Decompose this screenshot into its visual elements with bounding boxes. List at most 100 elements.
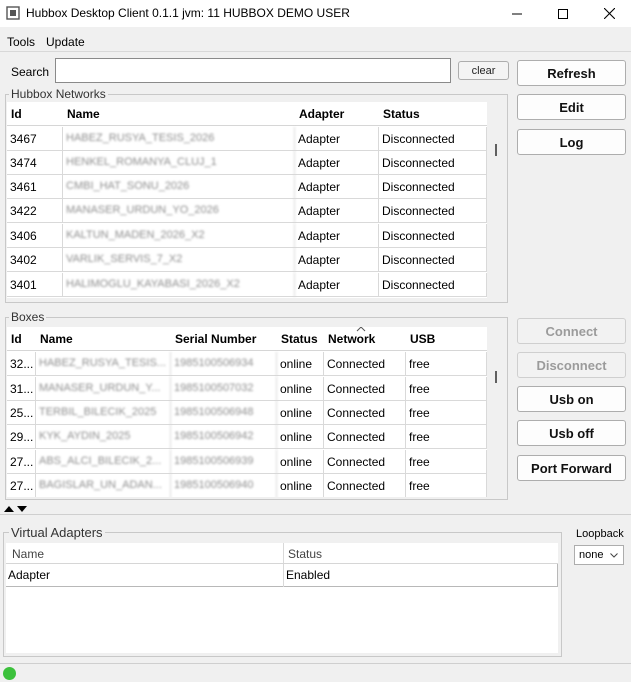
cell-serial: 1985100507032: [171, 377, 277, 401]
col-status[interactable]: Status: [379, 102, 487, 125]
cell-id: 27...: [7, 450, 36, 474]
splitter-arrows-icon[interactable]: [4, 505, 28, 513]
boxes-group-title: Boxes: [9, 310, 47, 324]
table-row[interactable]: 3402 VARLIK_SERVIS_7_X2 Adapter Disconne…: [7, 248, 487, 272]
cell-id: 27...: [7, 474, 36, 497]
window-title: Hubbox Desktop Client 0.1.1 jvm: 11 HUBB…: [26, 6, 350, 20]
col-name[interactable]: Name: [36, 327, 171, 350]
cell-name: MANASER_URDUN_Y...: [36, 377, 171, 401]
clear-button[interactable]: clear: [458, 61, 509, 80]
menu-tools[interactable]: Tools: [7, 35, 35, 49]
table-row[interactable]: Adapter Enabled: [6, 564, 558, 587]
col-network[interactable]: Network: [324, 327, 406, 350]
cell-status: Disconnected: [379, 199, 487, 223]
col-status[interactable]: Status: [284, 543, 558, 563]
cell-name: Adapter: [6, 564, 284, 587]
cell-usb: free: [406, 425, 487, 449]
networks-table: Id Name Adapter Status 3467 HABEZ_RUSYA_…: [7, 102, 487, 298]
table-row[interactable]: 27... BAGISLAR_UN_ADAN... 1985100506940 …: [7, 474, 487, 497]
loopback-select[interactable]: none: [574, 545, 624, 565]
maximize-button[interactable]: [540, 0, 586, 27]
search-label: Search: [11, 65, 50, 79]
close-button[interactable]: [586, 0, 631, 27]
cell-adapter: Adapter: [295, 127, 379, 151]
table-row[interactable]: 31... MANASER_URDUN_Y... 1985100507032 o…: [7, 377, 487, 401]
table-row[interactable]: 27... ABS_ALCI_BILECIK_2... 198510050693…: [7, 450, 487, 474]
status-indicator-icon: [3, 667, 16, 680]
cell-serial: 1985100506934: [171, 352, 277, 376]
cell-id: 3401: [7, 273, 63, 297]
col-id[interactable]: Id: [7, 102, 63, 125]
cell-name: ABS_ALCI_BILECIK_2...: [36, 450, 171, 474]
connect-button[interactable]: Connect: [517, 318, 626, 344]
cell-status: online: [277, 425, 324, 449]
networks-scrollbar[interactable]: [495, 144, 497, 156]
log-button[interactable]: Log: [517, 129, 626, 155]
col-name[interactable]: Name: [6, 543, 284, 563]
cell-status: Disconnected: [379, 224, 487, 248]
table-row[interactable]: 32... HABEZ_RUSYA_TESIS... 1985100506934…: [7, 352, 487, 376]
table-row[interactable]: 3422 MANASER_URDUN_YO_2026 Adapter Disco…: [7, 199, 487, 223]
col-serial[interactable]: Serial Number: [171, 327, 277, 350]
refresh-button[interactable]: Refresh: [517, 60, 626, 86]
col-name[interactable]: Name: [63, 102, 295, 125]
cell-name: VARLIK_SERVIS_7_X2: [63, 248, 295, 272]
disconnect-button[interactable]: Disconnect: [517, 352, 626, 378]
col-usb[interactable]: USB: [406, 327, 487, 350]
boxes-table: Id Name Serial Number Status Network USB…: [7, 327, 487, 497]
col-status[interactable]: Status: [277, 327, 324, 350]
table-row[interactable]: 3467 HABEZ_RUSYA_TESIS_2026 Adapter Disc…: [7, 127, 487, 151]
table-row[interactable]: 3401 HALIMOGLU_KAYABASI_2026_X2 Adapter …: [7, 273, 487, 297]
minimize-button[interactable]: [494, 0, 540, 27]
col-network-label: Network: [328, 332, 376, 346]
sort-ascending-icon: [356, 327, 366, 332]
cell-usb: free: [406, 401, 487, 425]
menu-update[interactable]: Update: [46, 35, 85, 49]
col-adapter[interactable]: Adapter: [295, 102, 379, 125]
cell-network: Connected: [324, 352, 406, 376]
table-row[interactable]: 3406 KALTUN_MADEN_2026_X2 Adapter Discon…: [7, 224, 487, 248]
minimize-icon: [512, 13, 522, 14]
table-row[interactable]: 3474 HENKEL_ROMANYA_CLUJ_1 Adapter Disco…: [7, 151, 487, 175]
cell-name: HABEZ_RUSYA_TESIS...: [36, 352, 171, 376]
cell-serial: 1985100506939: [171, 450, 277, 474]
cell-status: Disconnected: [379, 248, 487, 272]
cell-id: 31...: [7, 377, 36, 401]
table-row[interactable]: 29... KYK_AYDIN_2025 1985100506942 onlin…: [7, 425, 487, 449]
col-id[interactable]: Id: [7, 327, 36, 350]
cell-status: online: [277, 377, 324, 401]
virtual-adapters-header: Name Status: [6, 543, 558, 564]
cell-adapter: Adapter: [295, 199, 379, 223]
usb-on-button[interactable]: Usb on: [517, 386, 626, 412]
close-icon: [603, 8, 615, 19]
cell-id: 3461: [7, 175, 63, 199]
usb-off-button[interactable]: Usb off: [517, 420, 626, 446]
table-row[interactable]: 25... TERBIL_BILECIK_2025 1985100506948 …: [7, 401, 487, 425]
status-bar: [0, 663, 631, 682]
cell-name: MANASER_URDUN_YO_2026: [63, 199, 295, 223]
cell-usb: free: [406, 377, 487, 401]
cell-network: Connected: [324, 450, 406, 474]
networks-group-title: Hubbox Networks: [9, 87, 108, 101]
table-row[interactable]: 3461 CMBI_HAT_SONU_2026 Adapter Disconne…: [7, 175, 487, 199]
cell-usb: free: [406, 474, 487, 497]
loopback-label: Loopback: [576, 528, 624, 540]
cell-id: 3402: [7, 248, 63, 272]
cell-id: 3467: [7, 127, 63, 151]
boxes-table-header: Id Name Serial Number Status Network USB: [7, 327, 487, 351]
port-forward-button[interactable]: Port Forward: [517, 455, 626, 481]
cell-name: HALIMOGLU_KAYABASI_2026_X2: [63, 273, 295, 297]
cell-serial: 1985100506942: [171, 425, 277, 449]
cell-status: online: [277, 474, 324, 497]
cell-name: HABEZ_RUSYA_TESIS_2026: [63, 127, 295, 151]
cell-status: Enabled: [284, 564, 558, 587]
cell-status: online: [277, 450, 324, 474]
edit-button[interactable]: Edit: [517, 94, 626, 120]
cell-id: 25...: [7, 401, 36, 425]
search-input[interactable]: [55, 58, 451, 83]
cell-status: Disconnected: [379, 127, 487, 151]
chevron-down-icon: [610, 553, 618, 558]
cell-name: KALTUN_MADEN_2026_X2: [63, 224, 295, 248]
boxes-scrollbar[interactable]: [495, 371, 497, 383]
cell-name: CMBI_HAT_SONU_2026: [63, 175, 295, 199]
